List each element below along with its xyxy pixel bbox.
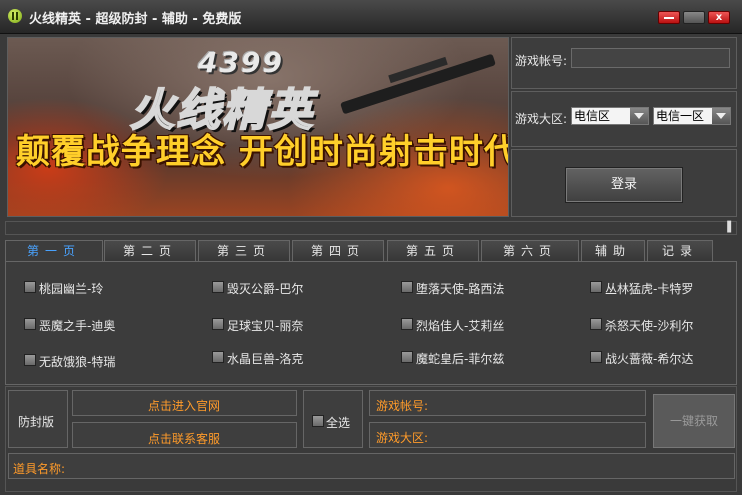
one-click-get-button[interactable]: 一键获取 xyxy=(653,394,735,448)
item-label: 魔蛇皇后-菲尔兹 xyxy=(416,352,505,366)
app-icon xyxy=(8,9,22,23)
select-all-checkbox[interactable] xyxy=(312,415,324,427)
item-checkbox[interactable] xyxy=(590,318,602,330)
item-checkbox[interactable] xyxy=(212,351,224,363)
item-label: 烈焰佳人-艾莉丝 xyxy=(416,319,505,333)
contact-service-link[interactable]: 点击联系客服 xyxy=(72,422,297,448)
contact-service-label: 点击联系客服 xyxy=(148,432,221,446)
result-account-label: 游戏帐号: xyxy=(376,399,429,413)
item-label: 杀怒天使-沙利尔 xyxy=(605,319,694,333)
item-checkbox[interactable] xyxy=(590,281,602,293)
collapse-icon[interactable]: ▐ xyxy=(723,222,731,234)
title-bar: 火线精英 - 超级防封 - 辅助 - 免费版 x xyxy=(0,0,742,34)
result-region-field: 游戏大区: xyxy=(369,422,646,448)
item-label: 丛林猛虎-卡特罗 xyxy=(605,282,694,296)
tab-page-6[interactable]: 第六页 xyxy=(481,240,579,262)
item-checkbox[interactable] xyxy=(24,281,36,293)
item-checkbox[interactable] xyxy=(401,318,413,330)
minimize-button[interactable] xyxy=(658,11,680,24)
result-account-field: 游戏帐号: xyxy=(369,390,646,416)
server-select-value: 电信一区 xyxy=(656,109,705,123)
tab-assist[interactable]: 辅助 xyxy=(581,240,645,262)
item-label: 无敌饿狼-特瑞 xyxy=(39,355,116,369)
server-select[interactable]: 电信一区 xyxy=(653,107,731,125)
select-all-label: 全选 xyxy=(326,416,351,430)
anti-ban-box: 防封版 xyxy=(8,390,68,448)
tab-records[interactable]: 记录 xyxy=(647,240,713,262)
chevron-down-icon xyxy=(712,108,730,124)
item-label: 战火蔷薇-希尔达 xyxy=(605,352,694,366)
chevron-down-icon xyxy=(630,108,648,124)
tab-content: 桃园幽兰-玲 毁灭公爵-巴尔 堕落天使-路西法 丛林猛虎-卡特罗 恶魔之手-迪奥… xyxy=(5,261,737,385)
login-button[interactable]: 登录 xyxy=(565,167,683,203)
item-label: 水晶巨兽-洛克 xyxy=(227,352,304,366)
select-all-box: 全选 xyxy=(303,390,363,448)
region-label: 游戏大区: xyxy=(515,112,568,126)
window-title: 火线精英 - 超级防封 - 辅助 - 免费版 xyxy=(29,12,242,27)
item-label: 足球宝贝-丽奈 xyxy=(227,319,304,333)
region-panel: 游戏大区: 电信区 电信一区 xyxy=(511,91,737,147)
region-select-value: 电信区 xyxy=(574,109,611,123)
item-checkbox[interactable] xyxy=(24,354,36,366)
account-panel: 游戏帐号: xyxy=(511,37,737,89)
tab-page-5[interactable]: 第五页 xyxy=(387,240,479,262)
account-label: 游戏帐号: xyxy=(515,54,568,68)
item-checkbox[interactable] xyxy=(212,281,224,293)
region-select[interactable]: 电信区 xyxy=(571,107,649,125)
item-label: 桃园幽兰-玲 xyxy=(39,282,104,296)
tab-page-3[interactable]: 第三页 xyxy=(198,240,290,262)
anti-ban-label: 防封版 xyxy=(18,415,55,429)
official-site-label: 点击进入官网 xyxy=(148,399,221,413)
divider-strip: ▐ xyxy=(5,221,737,235)
item-checkbox[interactable] xyxy=(212,318,224,330)
item-label: 毁灭公爵-巴尔 xyxy=(227,282,304,296)
item-checkbox[interactable] xyxy=(590,351,602,363)
item-label: 恶魔之手-迪奥 xyxy=(39,319,116,333)
tab-page-2[interactable]: 第二页 xyxy=(104,240,196,262)
maximize-button[interactable] xyxy=(683,11,705,24)
item-checkbox[interactable] xyxy=(401,281,413,293)
tab-page-4[interactable]: 第四页 xyxy=(292,240,384,262)
close-button[interactable]: x xyxy=(708,11,730,24)
item-checkbox[interactable] xyxy=(401,351,413,363)
rifle-graphic xyxy=(340,53,496,115)
banner-slogan: 颠覆战争理念 开创时尚射击时代 xyxy=(16,132,509,172)
official-site-link[interactable]: 点击进入官网 xyxy=(72,390,297,416)
item-name-label: 道具名称: xyxy=(13,462,66,476)
item-checkbox[interactable] xyxy=(24,318,36,330)
result-region-label: 游戏大区: xyxy=(376,431,429,445)
game-banner: 4399 火线精英 颠覆战争理念 开创时尚射击时代 xyxy=(7,37,509,217)
item-name-field: 道具名称: xyxy=(8,453,735,479)
tab-page-1[interactable]: 第一页 xyxy=(5,240,103,263)
item-label: 堕落天使-路西法 xyxy=(416,282,505,296)
tab-bar: 第一页 第二页 第三页 第四页 第五页 第六页 辅助 记录 xyxy=(5,240,737,263)
account-input[interactable] xyxy=(571,48,730,68)
